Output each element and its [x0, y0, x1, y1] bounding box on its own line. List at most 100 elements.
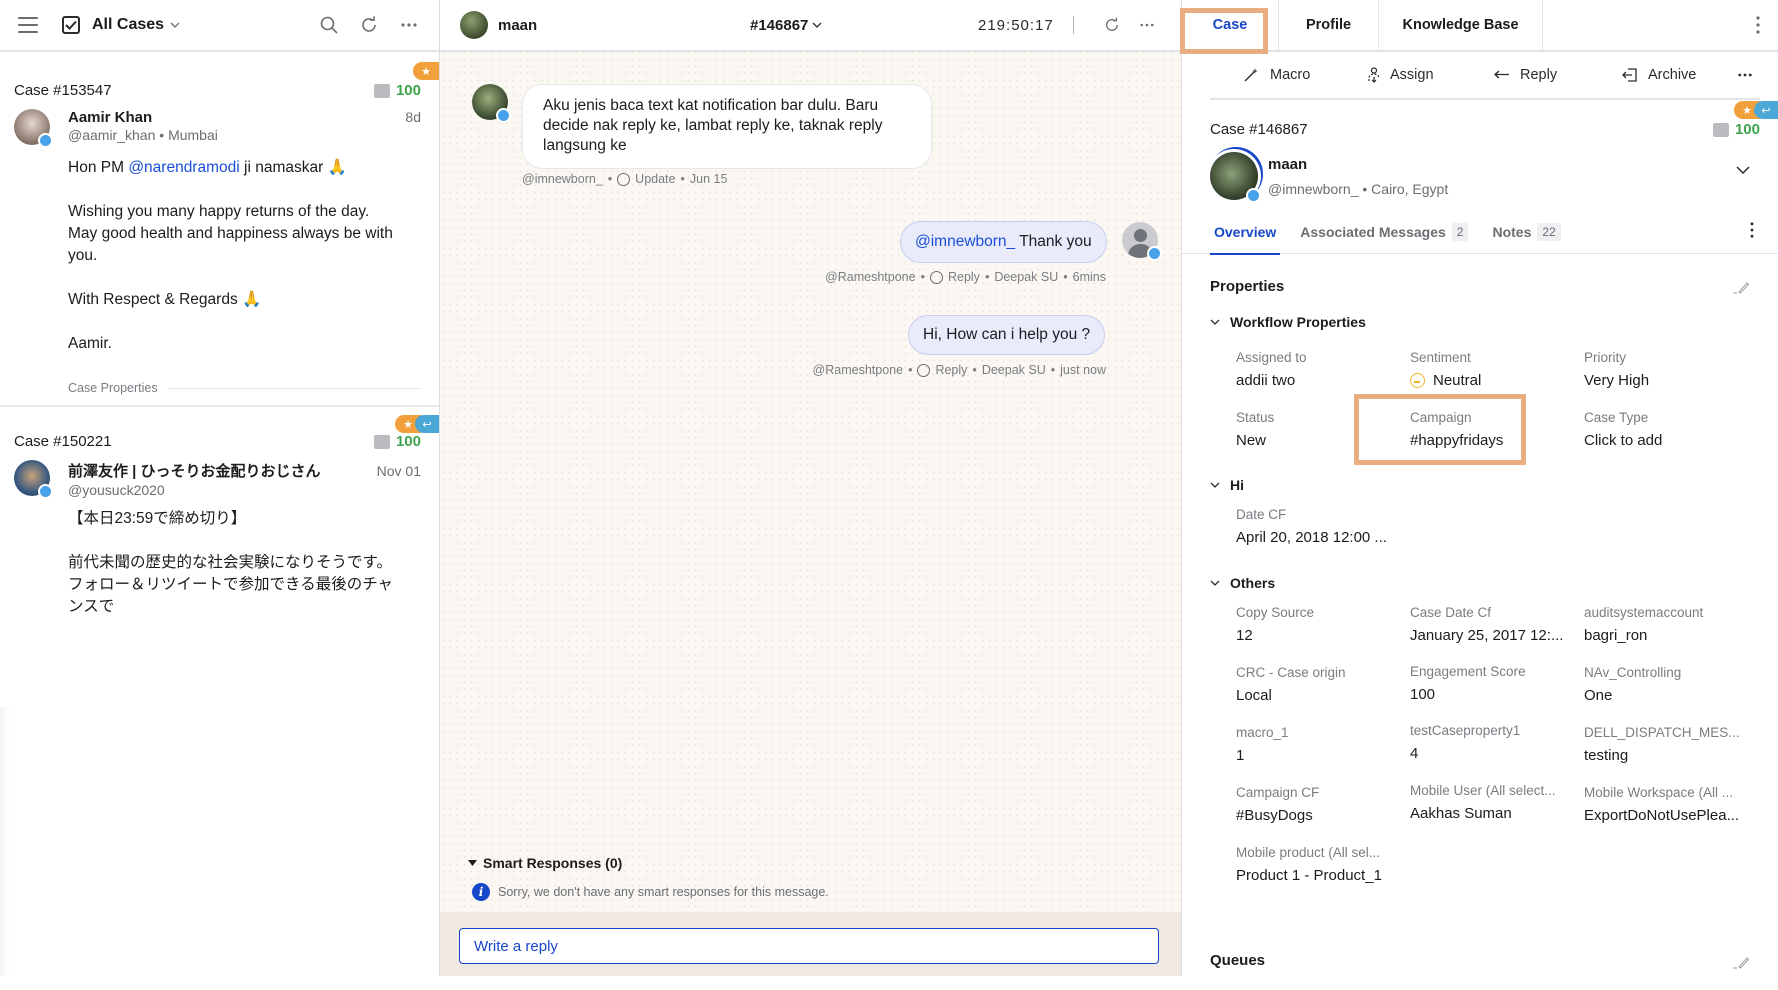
chart-bar-icon — [373, 83, 390, 98]
message-bubble[interactable]: Aku jenis baca text kat notification bar… — [522, 84, 932, 169]
chevron-down-icon[interactable] — [1736, 166, 1750, 174]
case-number-selector[interactable]: #146867 — [750, 17, 822, 34]
property-case-type[interactable]: Case Type Click to add — [1584, 410, 1754, 449]
view-selector-label[interactable]: All Cases — [92, 16, 164, 34]
subtab-notes[interactable]: Notes 22 — [1492, 210, 1561, 254]
case-list-item[interactable]: ★ Case #153547 100 Aamir Khan 8d @aamir_… — [0, 52, 439, 421]
group-hi[interactable]: Hi — [1210, 477, 1244, 493]
property-sentiment[interactable]: Sentiment Neutral — [1410, 350, 1580, 389]
star-icon: ★ — [413, 62, 439, 80]
smart-responses-toggle[interactable]: Smart Responses (0) — [468, 855, 829, 871]
reply-button[interactable]: Reply — [1494, 67, 1557, 83]
agent-name: Deepak SU — [981, 363, 1046, 377]
assign-button[interactable]: Assign — [1368, 67, 1434, 83]
customer-name[interactable]: maan — [1268, 156, 1448, 173]
score-value: 100 — [1734, 121, 1760, 138]
group-others[interactable]: Others — [1210, 575, 1275, 591]
message-time: Jun 15 — [689, 172, 728, 186]
conversation-pane: maan #146867 219:50:17 Aku jenis baca te… — [440, 0, 1182, 976]
message-text: Hon PM @narendramodi ji namaskar 🙏 Wishi… — [68, 159, 393, 352]
property-field[interactable]: Mobile User (All select... Aakhas Suman — [1410, 783, 1580, 822]
more-vertical-icon[interactable] — [1756, 16, 1760, 34]
smart-responses-empty: i Sorry, we don't have any smart respons… — [472, 883, 829, 901]
chevron-down-icon — [1210, 482, 1220, 488]
property-field[interactable]: Engagement Score 100 — [1410, 664, 1580, 703]
author-name: Aamir Khan — [68, 109, 153, 126]
group-workflow-properties[interactable]: Workflow Properties — [1210, 314, 1366, 330]
property-field[interactable]: DELL_DISPATCH_MES... testing — [1584, 725, 1754, 764]
property-priority[interactable]: Priority Very High — [1584, 350, 1754, 389]
subtab-associated-messages[interactable]: Associated Messages 2 — [1300, 210, 1469, 254]
twitter-icon — [1246, 188, 1261, 203]
reply-input[interactable] — [459, 928, 1159, 964]
engagement-score: 100 — [373, 433, 421, 450]
avatar[interactable] — [14, 460, 53, 499]
chevron-down-icon[interactable] — [170, 22, 180, 28]
case-id: Case #150221 — [14, 433, 112, 450]
property-field[interactable]: Mobile Workspace (All ... ExportDoNotUseP… — [1584, 785, 1754, 824]
contact-name[interactable]: maan — [498, 17, 537, 34]
sender-handle[interactable]: @Rameshtpone — [813, 363, 904, 377]
property-date-cf[interactable]: Date CF April 20, 2018 12:00 ... — [1236, 507, 1406, 546]
property-status[interactable]: Status New — [1236, 410, 1406, 449]
macro-button[interactable]: Macro — [1244, 67, 1310, 83]
message-type: Reply — [935, 363, 968, 377]
detail-tabs: Case Profile Knowledge Base — [1182, 0, 1778, 52]
case-id: Case #153547 — [14, 82, 112, 99]
property-field[interactable]: testCaseproperty1 4 — [1410, 723, 1580, 762]
reply-icon: ↩ — [1754, 101, 1778, 119]
property-assigned-to[interactable]: Assigned to addii two — [1236, 350, 1406, 389]
avatar[interactable] — [14, 109, 53, 148]
reply-label: Reply — [1520, 67, 1558, 83]
refresh-icon[interactable] — [1104, 17, 1120, 33]
mention-link[interactable]: @imnewborn_ — [915, 233, 1015, 250]
author-name: 前澤友作 | ひっそりお金配りおじさん — [68, 463, 321, 480]
author-handle: @aamir_khan • Mumbai — [68, 127, 218, 143]
property-field[interactable]: NAv_Controlling One — [1584, 665, 1754, 704]
property-field[interactable]: Case Date Cf January 25, 2017 12:... — [1410, 605, 1580, 644]
property-field[interactable]: macro_1 1 — [1236, 725, 1406, 764]
group-title: Hi — [1230, 477, 1244, 493]
message-meta: @Rameshtpone • Reply • Deepak SU • just now — [812, 363, 1106, 377]
macro-label: Macro — [1270, 67, 1311, 83]
more-horizontal-icon[interactable] — [1140, 23, 1154, 27]
case-list-item[interactable]: ★ ↩ Case #150221 100 前澤友作 | ひっそりお金配りおじさん… — [0, 407, 439, 707]
contact-avatar[interactable] — [460, 11, 488, 39]
checkbox-icon[interactable] — [62, 16, 80, 34]
search-icon[interactable] — [315, 11, 343, 39]
case-badges: ★ ↩ — [1734, 101, 1778, 119]
property-field[interactable]: CRC - Case origin Local — [1236, 665, 1406, 704]
subtab-overview[interactable]: Overview — [1209, 210, 1281, 255]
chevron-down-icon — [1210, 319, 1220, 325]
sender-handle[interactable]: @imnewborn_ — [522, 172, 603, 186]
property-field[interactable]: Mobile product (All sel... Product 1 - Pr… — [1236, 845, 1406, 884]
hamburger-menu-icon[interactable] — [18, 17, 38, 33]
tab-case[interactable]: Case — [1182, 0, 1279, 50]
smart-responses: Smart Responses (0) i Sorry, we don't ha… — [468, 855, 829, 901]
twitter-icon — [496, 108, 511, 123]
property-campaign[interactable]: Campaign #happyfridays — [1410, 410, 1580, 449]
case-id: Case #146867 — [1210, 121, 1308, 138]
tab-profile[interactable]: Profile — [1279, 0, 1379, 50]
message-time: just now — [1060, 363, 1106, 377]
more-actions-button[interactable] — [1738, 73, 1752, 77]
edit-pencil-icon[interactable] — [1732, 280, 1750, 294]
archive-button[interactable]: Archive — [1622, 67, 1696, 83]
outgoing-message-bubble[interactable]: Hi, How can i help you ? — [908, 315, 1106, 355]
more-vertical-icon[interactable] — [1750, 222, 1754, 238]
engagement-score: 100 — [1712, 121, 1760, 138]
tab-knowledge-base[interactable]: Knowledge Base — [1379, 0, 1543, 50]
refresh-icon[interactable] — [355, 11, 383, 39]
property-field[interactable]: Copy Source 12 — [1236, 605, 1406, 644]
property-field[interactable]: Campaign CF #BusyDogs — [1236, 785, 1406, 824]
sender-handle[interactable]: @Rameshtpone — [825, 270, 916, 284]
property-field[interactable]: auditsystemaccount bagri_ron — [1584, 605, 1754, 644]
outgoing-message-bubble[interactable]: @imnewborn_ Thank you — [900, 221, 1107, 263]
author-handle: @yousuck2020 — [68, 482, 165, 498]
sender-avatar[interactable] — [472, 84, 511, 123]
avatar[interactable] — [1210, 152, 1261, 203]
more-horizontal-icon[interactable] — [395, 11, 423, 39]
queues-title: Queues — [1210, 952, 1266, 969]
edit-pencil-icon[interactable] — [1732, 955, 1750, 969]
mention-link[interactable]: @narendramodi — [128, 159, 239, 176]
